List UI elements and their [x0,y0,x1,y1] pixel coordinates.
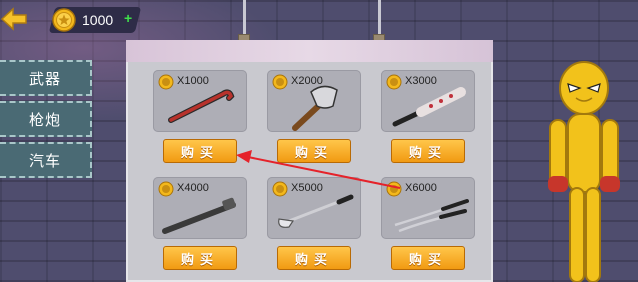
back-button[interactable] [0,6,28,32]
buy-button[interactable]: 购买 [277,246,351,270]
hanging-rope [243,0,246,36]
item-card[interactable]: X2000 [267,70,361,132]
add-coins-button[interactable]: + [124,10,132,26]
golf-club-icon [278,194,354,228]
buy-button[interactable]: 购买 [163,139,237,163]
coin-count: 1000 [82,12,114,28]
item-card[interactable]: X3000 [381,70,475,132]
buy-button[interactable]: 购买 [391,246,465,270]
buy-button[interactable]: 购买 [277,139,351,163]
tab-guns[interactable]: 枪炮 [0,101,92,137]
twin-swords-icon [394,199,469,233]
axe-icon [292,85,338,131]
wrench-bar-icon [162,197,236,234]
buy-button[interactable]: 购买 [391,139,465,163]
coin-icon [52,8,76,32]
buy-button[interactable]: 购买 [163,246,237,270]
item-card[interactable]: X4000 [153,177,247,239]
hanging-rope [378,0,381,36]
item-card[interactable]: X6000 [381,177,475,239]
item-card[interactable]: X5000 [267,177,361,239]
tab-cars[interactable]: 汽车 [0,142,92,178]
stickman-character [548,61,620,282]
back-arrow-icon [0,7,27,31]
shop-board-header [126,40,493,62]
item-card[interactable]: X1000 [153,70,247,132]
tab-weapons[interactable]: 武器 [0,60,92,96]
crowbar-icon [168,89,235,123]
spiked-bat-icon [392,87,466,127]
